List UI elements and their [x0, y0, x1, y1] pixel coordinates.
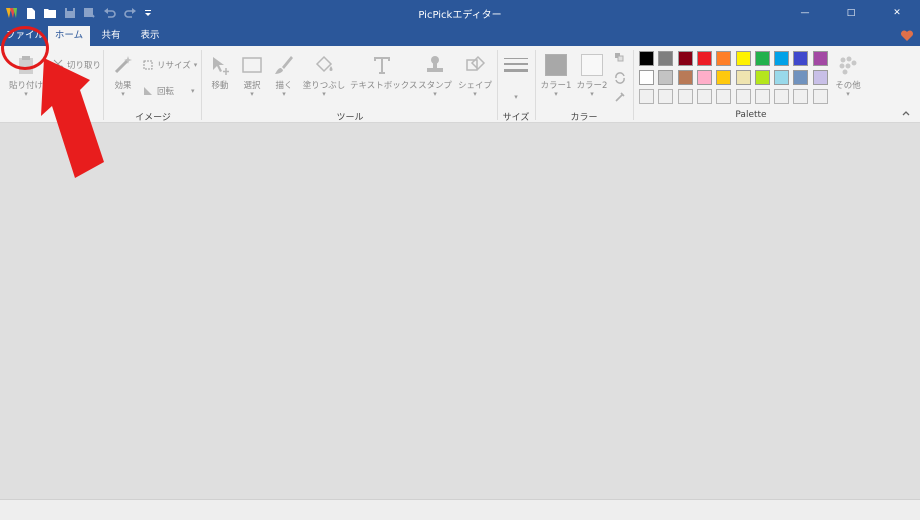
pointer-arrow: [41, 58, 104, 178]
